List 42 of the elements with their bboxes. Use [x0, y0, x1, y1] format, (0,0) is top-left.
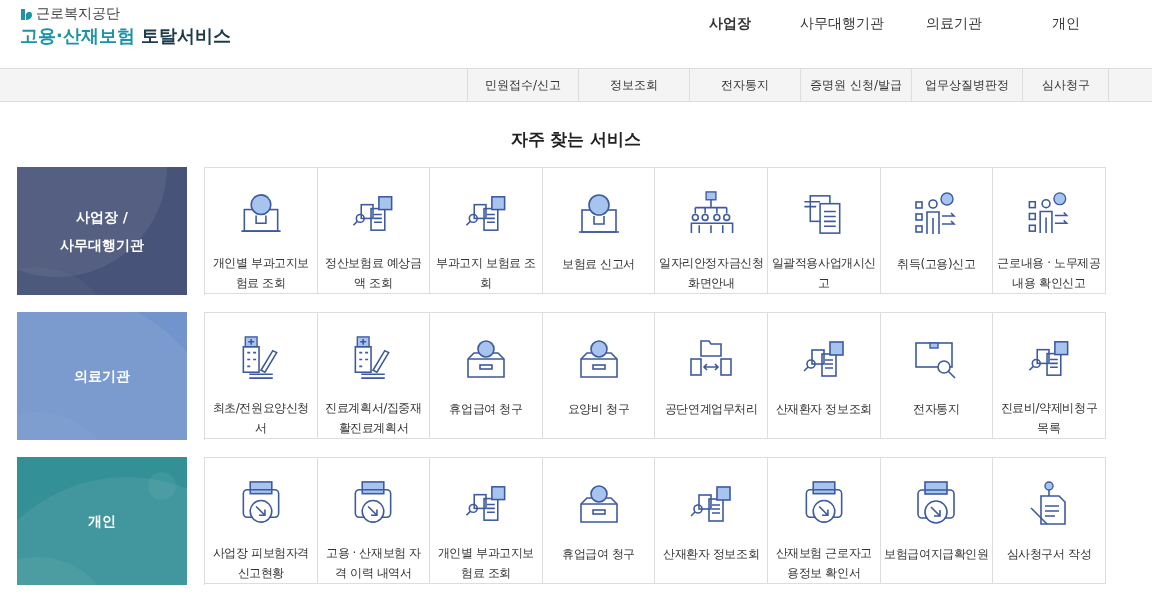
category-label: 의료기관: [74, 367, 130, 386]
nav-tab[interactable]: 의료기관: [898, 15, 1010, 33]
section-title: 자주 찾는 서비스: [509, 128, 643, 151]
service-tile[interactable]: 심사청구서 작성: [993, 458, 1106, 584]
service-tile[interactable]: 개인별 부과고지보험료 조회: [430, 458, 543, 584]
service-tile[interactable]: 취득(고용)신고: [880, 168, 994, 294]
sub-menu-item[interactable]: 증명원 신청/발급: [800, 69, 911, 101]
service-tile[interactable]: 휴업급여 청구: [430, 313, 543, 439]
service-tile[interactable]: 부과고지 보험료 조회: [430, 168, 543, 294]
service-tile[interactable]: 개인별 부과고지보험료 조회: [205, 168, 318, 294]
nav-tab[interactable]: 사무대행기관: [786, 15, 898, 33]
service-tile[interactable]: 일괄적용사업개시신고: [767, 168, 881, 294]
service-tile[interactable]: 사업장 피보험자격신고현황: [205, 458, 318, 584]
service-tile[interactable]: 근로내용 · 노무제공내용 확인신고: [993, 168, 1106, 294]
sub-menu-item[interactable]: 심사청구: [1022, 69, 1109, 101]
service-tile[interactable]: 고용 · 산재보험 자격 이력 내역서: [317, 458, 431, 584]
service-tile[interactable]: 산재보험 근로자고용정보 확인서: [767, 458, 881, 584]
service-tile[interactable]: 보험료 신고서: [542, 168, 656, 294]
organization-name: 근로복지공단: [36, 5, 120, 23]
sub-menu-item[interactable]: 전자통지: [689, 69, 800, 101]
sub-menu-item[interactable]: 민원접수/신고: [467, 69, 578, 101]
service-tile[interactable]: 최초/전원요양신청서: [205, 313, 318, 439]
service-title: 고용·산재보험: [20, 24, 135, 48]
service-tile[interactable]: 공단연계업무처리: [655, 313, 768, 439]
category-label: 사업장 / 사무대행기관: [60, 208, 144, 255]
service-tile[interactable]: 진료계획서/집중재활진료계획서: [317, 313, 431, 439]
service-tile[interactable]: 전자통지: [880, 313, 994, 439]
logo-icon: [20, 7, 33, 21]
sub-menu-item[interactable]: 정보조회: [578, 69, 689, 101]
category-label: 개인: [88, 512, 116, 531]
service-tile[interactable]: 요양비 청구: [542, 313, 656, 439]
nav-tab[interactable]: 개인: [1010, 15, 1122, 33]
service-tile[interactable]: 일자리안정자금신청화면안내: [655, 168, 768, 294]
service-title: 토탈서비스: [140, 24, 231, 48]
service-tile[interactable]: 산재환자 정보조회: [767, 313, 881, 439]
service-tile[interactable]: 보험급여지급확인원: [880, 458, 994, 584]
sub-menu-item[interactable]: 업무상질병판정: [911, 69, 1022, 101]
service-tile[interactable]: 정산보험료 예상금액 조회: [317, 168, 431, 294]
service-tile[interactable]: 산재환자 정보조회: [655, 458, 768, 584]
service-tile[interactable]: 진료비/약제비청구목록: [993, 313, 1106, 439]
nav-tab[interactable]: 사업장: [674, 15, 786, 33]
service-tile[interactable]: 휴업급여 청구: [542, 458, 656, 584]
